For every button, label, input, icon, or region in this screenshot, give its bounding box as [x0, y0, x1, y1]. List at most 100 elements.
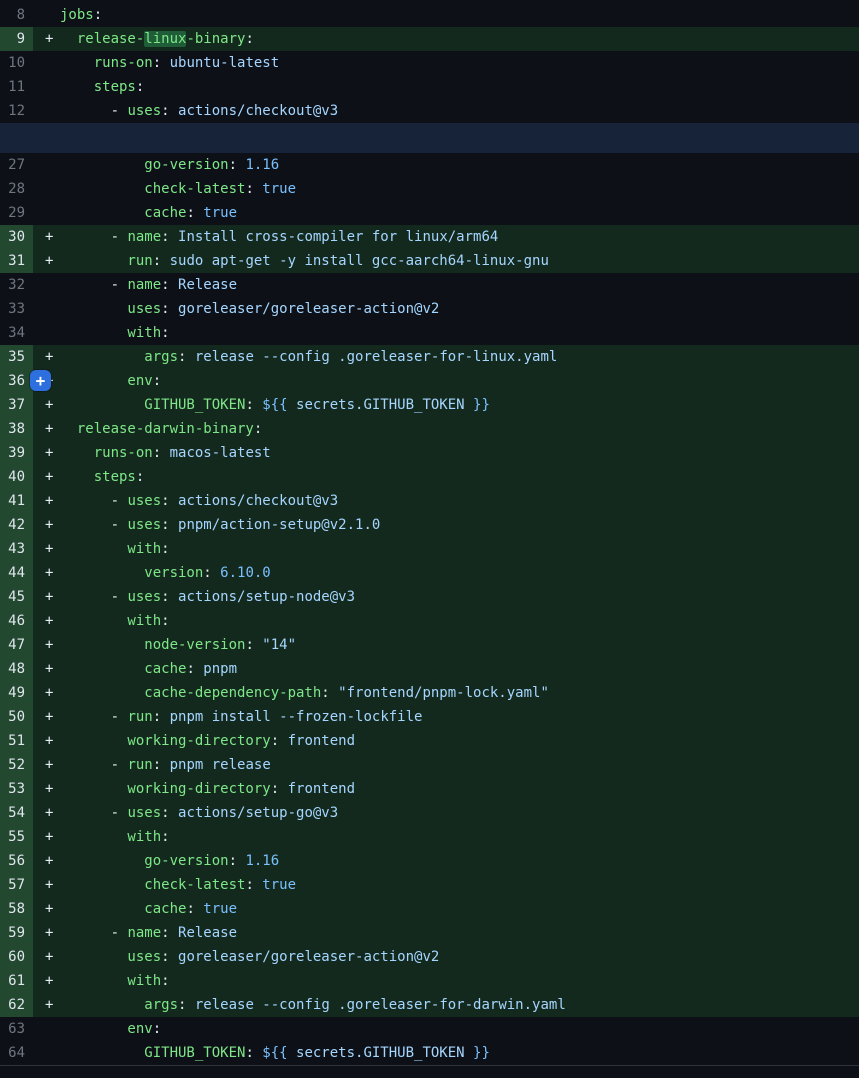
- code-token: ${{: [254, 397, 288, 413]
- expand-hidden-lines-row[interactable]: [0, 123, 859, 153]
- code-token: :: [161, 925, 169, 941]
- line-number[interactable]: 43: [0, 537, 33, 561]
- line-number[interactable]: 39: [0, 441, 33, 465]
- line-number[interactable]: 49: [0, 681, 33, 705]
- diff-row: 42+ - uses: pnpm/action-setup@v2.1.0: [0, 513, 859, 537]
- line-number[interactable]: 28: [0, 177, 33, 201]
- code-line: args: release --config .goreleaser-for-d…: [60, 993, 859, 1017]
- code-token: :: [229, 157, 237, 173]
- code-line: - name: Release: [60, 273, 859, 297]
- code-token: true: [254, 181, 296, 197]
- code-token: GITHUB_TOKEN: [60, 1045, 245, 1061]
- line-number[interactable]: 47: [0, 633, 33, 657]
- code-token: :: [186, 205, 194, 221]
- code-token: -: [60, 925, 127, 941]
- code-line: uses: goreleaser/goreleaser-action@v2: [60, 297, 859, 321]
- code-token: -: [60, 709, 127, 725]
- line-number[interactable]: 44: [0, 561, 33, 585]
- code-line: args: release --config .goreleaser-for-l…: [60, 345, 859, 369]
- line-number[interactable]: 8: [0, 3, 33, 27]
- line-number[interactable]: 40: [0, 465, 33, 489]
- line-number[interactable]: 53: [0, 777, 33, 801]
- code-token: working-directory: [60, 733, 271, 749]
- code-token: 6.10.0: [212, 565, 271, 581]
- diff-row: 10 runs-on: ubuntu-latest: [0, 51, 859, 75]
- code-token: :: [161, 325, 169, 341]
- line-number[interactable]: 31: [0, 249, 33, 273]
- code-token: :: [321, 685, 329, 701]
- line-number[interactable]: 33: [0, 297, 33, 321]
- code-line: go-version: 1.16: [60, 153, 859, 177]
- diff-row: 63 env:: [0, 1017, 859, 1041]
- line-number[interactable]: 63: [0, 1017, 33, 1041]
- code-token: }}: [473, 1045, 490, 1061]
- diff-row: 43+ with:: [0, 537, 859, 561]
- line-number[interactable]: 32: [0, 273, 33, 297]
- diff-marker: +: [33, 537, 60, 561]
- line-number[interactable]: 55: [0, 825, 33, 849]
- line-number[interactable]: 41: [0, 489, 33, 513]
- line-number[interactable]: 61: [0, 969, 33, 993]
- line-number[interactable]: 34: [0, 321, 33, 345]
- code-token: Install cross-compiler for linux/arm64: [170, 229, 499, 245]
- code-line: with:: [60, 969, 859, 993]
- line-number[interactable]: 58: [0, 897, 33, 921]
- code-token: pnpm install --frozen-lockfile: [161, 709, 422, 725]
- line-number[interactable]: 38: [0, 417, 33, 441]
- line-number[interactable]: 57: [0, 873, 33, 897]
- line-number[interactable]: 30: [0, 225, 33, 249]
- line-number[interactable]: 56: [0, 849, 33, 873]
- code-token: -: [60, 805, 127, 821]
- code-token: secrets.GITHUB_TOKEN: [288, 397, 473, 413]
- line-number[interactable]: 9: [0, 27, 33, 51]
- diff-marker: +: [33, 225, 60, 249]
- code-line: runs-on: ubuntu-latest: [60, 51, 859, 75]
- diff-row: 57+ check-latest: true: [0, 873, 859, 897]
- code-token: :: [161, 103, 169, 119]
- line-number[interactable]: 42: [0, 513, 33, 537]
- code-token: check-latest: [60, 181, 245, 197]
- line-number[interactable]: 12: [0, 99, 33, 123]
- diff-row: 28 check-latest: true: [0, 177, 859, 201]
- diff-row: 40+ steps:: [0, 465, 859, 489]
- line-number[interactable]: 11: [0, 75, 33, 99]
- code-line: - uses: actions/setup-node@v3: [60, 585, 859, 609]
- line-number[interactable]: 62: [0, 993, 33, 1017]
- code-token: frontend: [279, 733, 355, 749]
- code-line: with:: [60, 609, 859, 633]
- code-token: sudo apt-get -y install gcc-aarch64-linu…: [161, 253, 549, 269]
- diff-marker: +: [33, 249, 60, 273]
- line-number[interactable]: 45: [0, 585, 33, 609]
- line-number[interactable]: 46: [0, 609, 33, 633]
- line-number[interactable]: 48: [0, 657, 33, 681]
- line-number[interactable]: 51: [0, 729, 33, 753]
- code-line: - uses: actions/checkout@v3: [60, 489, 859, 513]
- diff-row: 61+ with:: [0, 969, 859, 993]
- line-number[interactable]: 37: [0, 393, 33, 417]
- line-number[interactable]: 50: [0, 705, 33, 729]
- code-line: - name: Release: [60, 921, 859, 945]
- line-number[interactable]: 52: [0, 753, 33, 777]
- line-number[interactable]: 60: [0, 945, 33, 969]
- code-token: :: [153, 55, 161, 71]
- code-line: with:: [60, 537, 859, 561]
- line-number[interactable]: 36: [0, 369, 33, 393]
- diff-marker: [33, 297, 60, 321]
- line-number[interactable]: 64: [0, 1041, 33, 1065]
- diff-marker: [33, 99, 60, 123]
- code-token: :: [161, 493, 169, 509]
- code-token: pnpm: [195, 661, 237, 677]
- diff-marker: [33, 3, 60, 27]
- code-line: - uses: actions/checkout@v3: [60, 99, 859, 123]
- line-number[interactable]: 29: [0, 201, 33, 225]
- diff-row: 11 steps:: [0, 75, 859, 99]
- diff-row: 45+ - uses: actions/setup-node@v3: [0, 585, 859, 609]
- line-number[interactable]: 54: [0, 801, 33, 825]
- line-number[interactable]: 10: [0, 51, 33, 75]
- line-number[interactable]: 27: [0, 153, 33, 177]
- line-number[interactable]: 35: [0, 345, 33, 369]
- code-token: cache-dependency-path: [60, 685, 321, 701]
- add-comment-button[interactable]: +: [30, 370, 51, 391]
- line-number[interactable]: 59: [0, 921, 33, 945]
- diff-row: 33 uses: goreleaser/goreleaser-action@v2: [0, 297, 859, 321]
